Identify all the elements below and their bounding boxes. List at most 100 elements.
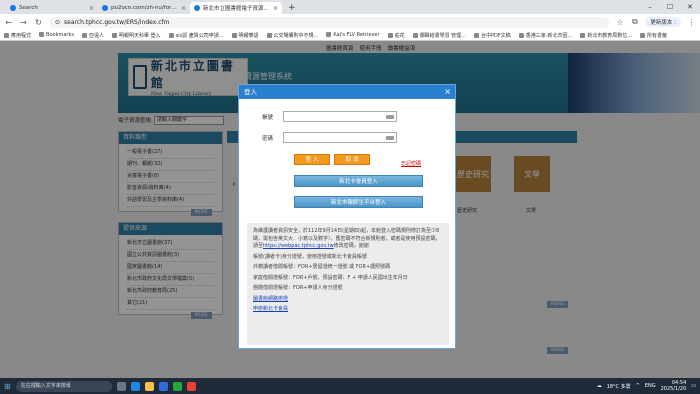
chrome-icon[interactable] bbox=[186, 381, 196, 391]
system-tray: ☁ 18°C 多雲 ^ ENG 04:54 2025/1/20 ▭ bbox=[597, 380, 696, 392]
login-button[interactable]: 登 入 bbox=[294, 154, 330, 165]
keyboard-icon[interactable] bbox=[386, 136, 394, 140]
dialog-header: 登入 × bbox=[239, 85, 455, 99]
clock[interactable]: 04:54 2025/1/20 bbox=[661, 380, 687, 392]
profile-button[interactable]: 更新版本 : bbox=[645, 17, 681, 27]
webpac-link[interactable]: https://webpac.tphcc.gov.tw bbox=[263, 243, 334, 249]
site-icon bbox=[518, 32, 524, 38]
site-info-icon[interactable]: ⊙ bbox=[55, 19, 60, 26]
notice-paragraph: 家庭借閱證帳號：FOR+戶號，預設密碼：F + 申請人民國出生年月日 bbox=[253, 274, 408, 281]
file-explorer-icon[interactable] bbox=[144, 381, 154, 391]
line-icon[interactable] bbox=[172, 381, 182, 391]
account-label: 帳號 bbox=[261, 114, 273, 121]
site-icon bbox=[412, 32, 418, 38]
browser-tab[interactable]: po2ocn.com/zh-nu/format... × bbox=[98, 2, 190, 14]
folder-icon bbox=[640, 32, 646, 38]
forgot-password-link[interactable]: 忘記密碼 bbox=[401, 160, 421, 167]
account-input[interactable] bbox=[283, 111, 397, 122]
tab-favicon-icon bbox=[194, 5, 200, 11]
browser-tab-active[interactable]: 新北市立圖書館電子資源管理系... × bbox=[190, 2, 282, 14]
password-row: 密碼 bbox=[245, 132, 397, 143]
edge-icon[interactable] bbox=[130, 381, 140, 391]
bookmark-item[interactable]: Bookmarks bbox=[39, 32, 74, 38]
tab-favicon-icon bbox=[102, 5, 108, 11]
site-icon bbox=[473, 32, 479, 38]
close-icon[interactable]: × bbox=[444, 85, 451, 99]
site-icon bbox=[231, 32, 237, 38]
tab-close-icon[interactable]: × bbox=[181, 5, 186, 12]
password-input[interactable] bbox=[283, 132, 397, 143]
maximize-icon[interactable]: ☐ bbox=[660, 0, 680, 14]
apps-icon bbox=[4, 32, 9, 38]
site-icon bbox=[387, 32, 393, 38]
dialog-title: 登入 bbox=[244, 88, 257, 96]
bookmark-item[interactable]: 新北市教育局數位... bbox=[580, 32, 632, 39]
url-text: search.tphcc.gov.tw/ERS/index.cfm bbox=[64, 18, 170, 26]
keyboard-icon[interactable] bbox=[386, 115, 394, 119]
login-dialog: 登入 × 帳號 密碼 登 入 取 消 忘記密碼 新北卡會員登入 新北市親師生平台… bbox=[238, 84, 456, 349]
account-row: 帳號 bbox=[245, 111, 397, 122]
tab-favicon-icon bbox=[10, 5, 16, 11]
close-window-icon[interactable]: ✕ bbox=[680, 0, 700, 14]
bookmark-item[interactable]: 應用程式 bbox=[4, 32, 31, 39]
tab-title: Search bbox=[19, 5, 38, 11]
weather-icon[interactable]: ☁ bbox=[597, 383, 602, 389]
tab-close-icon[interactable]: × bbox=[273, 5, 278, 12]
apply-ntpc-card-link[interactable]: 申辦新北卡會員 bbox=[253, 306, 288, 312]
student-platform-login-button[interactable]: 新北市親師生平台登入 bbox=[294, 196, 423, 208]
bookmark-item[interactable]: sis認 產質公司申請... bbox=[168, 32, 224, 39]
notice-paragraph: 為維護讀者資訊安全，於112年9月14日(星期四)起，本館登入密碼規則修訂為至少… bbox=[253, 228, 441, 249]
bookmark-item[interactable]: 香港三家-新北市因... bbox=[518, 32, 572, 39]
password-label: 密碼 bbox=[261, 135, 273, 142]
online-registration-link[interactable]: 圖書館網路辦證 bbox=[253, 296, 288, 302]
window-controls: – ☐ ✕ bbox=[640, 0, 700, 14]
minimize-icon[interactable]: – bbox=[640, 0, 660, 14]
notice-paragraph: 帳號(讀者卡)身分證號，使用證號或新北卡會員帳號 bbox=[253, 253, 367, 260]
bookmark-item[interactable]: 台中PDF文稿 bbox=[473, 32, 511, 39]
login-notice: 為維護讀者資訊安全，於112年9月14日(星期四)起，本館登入密碼規則修訂為至少… bbox=[247, 223, 449, 345]
weather-text[interactable]: 18°C 多雲 bbox=[607, 383, 631, 390]
taskbar-search-input[interactable]: 在這裡輸入文字來搜尋 bbox=[15, 380, 112, 392]
folder-icon bbox=[39, 32, 45, 37]
new-tab-button[interactable]: + bbox=[282, 2, 302, 14]
extensions-icon[interactable]: ⧉ bbox=[630, 17, 639, 27]
language-indicator[interactable]: ENG bbox=[645, 383, 656, 389]
forward-icon[interactable]: → bbox=[19, 18, 28, 27]
bookmark-item[interactable]: 亞遠人 bbox=[81, 32, 104, 39]
notice-paragraph: 團體借閱證帳號：FOR+申請人身分證號 bbox=[253, 285, 343, 291]
tray-chevron-icon[interactable]: ^ bbox=[636, 383, 640, 389]
site-icon bbox=[580, 32, 586, 38]
site-icon bbox=[111, 32, 117, 38]
bookmark-item[interactable]: 明報明天科舉 登入 bbox=[111, 32, 161, 39]
bookmark-item[interactable]: Kaj's FLV Retriever bbox=[326, 32, 380, 38]
tab-title: 新北市立圖書館電子資源管理系... bbox=[203, 6, 270, 12]
bookmark-item[interactable]: 公交場購則中不規... bbox=[266, 32, 318, 39]
task-view-icon[interactable] bbox=[116, 381, 126, 391]
address-bar[interactable]: ⊙ search.tphcc.gov.tw/ERS/index.cfm bbox=[49, 16, 610, 28]
notice-paragraph: 外籍讀者借閱帳號：FOR+居留證統一證號 或 FOR+護照號碼 bbox=[253, 264, 391, 270]
bookmark-star-icon[interactable]: ☆ bbox=[615, 18, 624, 27]
browser-tab[interactable]: Search × bbox=[6, 2, 98, 14]
windows-start-icon[interactable]: ⊞ bbox=[4, 382, 11, 391]
tab-title: po2ocn.com/zh-nu/format... bbox=[111, 5, 178, 11]
folder-icon bbox=[81, 32, 87, 38]
browser-toolbar: ← → ↻ ⊙ search.tphcc.gov.tw/ERS/index.cf… bbox=[0, 14, 700, 30]
bookmark-item[interactable]: 明報華語 bbox=[231, 32, 259, 39]
windows-taskbar: ⊞ 在這裡輸入文字來搜尋 ☁ 18°C 多雲 ^ ENG 04:54 2025/… bbox=[0, 378, 700, 394]
site-icon bbox=[326, 32, 332, 37]
tab-close-icon[interactable]: × bbox=[89, 5, 94, 12]
ntpc-card-login-button[interactable]: 新北卡會員登入 bbox=[294, 175, 423, 187]
bookmark-item[interactable]: 莊花 bbox=[387, 32, 405, 39]
reload-icon[interactable]: ↻ bbox=[34, 18, 43, 27]
bookmark-item[interactable]: 爛聲結書學習 管理... bbox=[412, 32, 466, 39]
bookmarks-bar: 應用程式 Bookmarks 亞遠人 明報明天科舉 登入 sis認 產質公司申請… bbox=[0, 30, 700, 41]
site-icon bbox=[168, 32, 174, 38]
browser-tab-bar: Search × po2ocn.com/zh-nu/format... × 新北… bbox=[0, 0, 700, 14]
back-icon[interactable]: ← bbox=[4, 18, 13, 27]
menu-icon[interactable]: ⋮ bbox=[687, 18, 696, 27]
cancel-button[interactable]: 取 消 bbox=[334, 154, 370, 165]
all-bookmarks[interactable]: 所有書籤 bbox=[640, 32, 667, 39]
notification-icon[interactable]: ▭ bbox=[691, 383, 696, 389]
store-icon[interactable] bbox=[158, 381, 168, 391]
site-icon bbox=[266, 32, 272, 38]
